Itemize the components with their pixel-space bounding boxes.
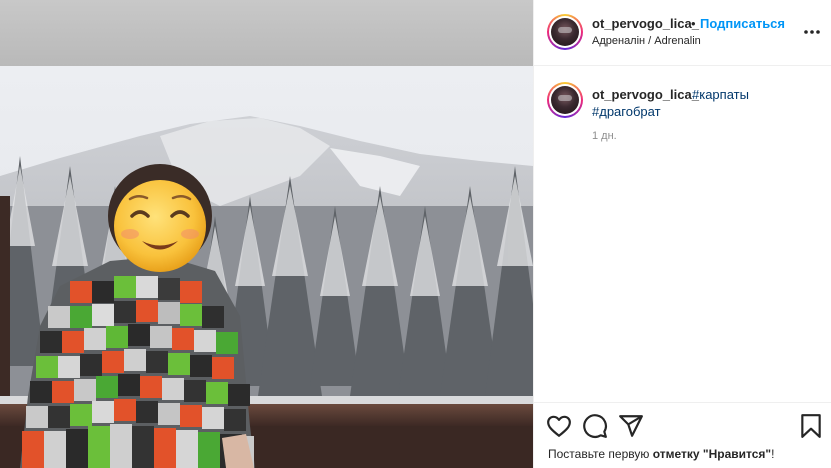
- follow-button[interactable]: Подписаться: [700, 16, 785, 31]
- location-link[interactable]: Адреналін / Adrenalin: [592, 35, 701, 47]
- post-timestamp[interactable]: 1 дн.: [592, 130, 617, 142]
- post-photo[interactable]: [0, 66, 533, 468]
- caption-avatar[interactable]: [547, 82, 583, 118]
- caption-avatar-image: [551, 86, 579, 114]
- header-username[interactable]: ot_pervogo_lica_: [592, 16, 699, 31]
- photo-scene: [0, 66, 533, 468]
- avatar-image: [551, 18, 579, 46]
- bookmark-icon[interactable]: [798, 413, 824, 439]
- share-icon[interactable]: [618, 413, 644, 439]
- hashtag-link[interactable]: #драгобрат: [592, 104, 661, 119]
- post-media[interactable]: [0, 0, 533, 468]
- hashtag-link[interactable]: #карпаты: [692, 87, 749, 102]
- likes-prompt: Поставьте первую отметку "Нравится"!: [548, 447, 774, 461]
- action-bar: Поставьте первую отметку "Нравится"!: [534, 402, 831, 468]
- likes-prefix: Поставьте первую: [548, 447, 653, 461]
- more-options-icon[interactable]: [802, 22, 822, 42]
- media-top-band: [0, 0, 533, 66]
- post-header: ot_pervogo_lica_ • Подписаться Адреналін…: [534, 0, 831, 66]
- avatar[interactable]: [547, 14, 583, 50]
- instagram-post: ot_pervogo_lica_ • Подписаться Адреналін…: [0, 0, 831, 468]
- likes-suffix: !: [771, 447, 775, 461]
- comment-icon[interactable]: [582, 413, 608, 439]
- likes-link[interactable]: отметку "Нравится": [653, 447, 771, 461]
- post-sidebar: ot_pervogo_lica_ • Подписаться Адреналін…: [534, 0, 831, 468]
- heart-icon[interactable]: [546, 413, 572, 439]
- header-separator: •: [691, 16, 696, 31]
- emoji-face-icon: [114, 180, 206, 272]
- caption-username[interactable]: ot_pervogo_lica_: [592, 87, 699, 102]
